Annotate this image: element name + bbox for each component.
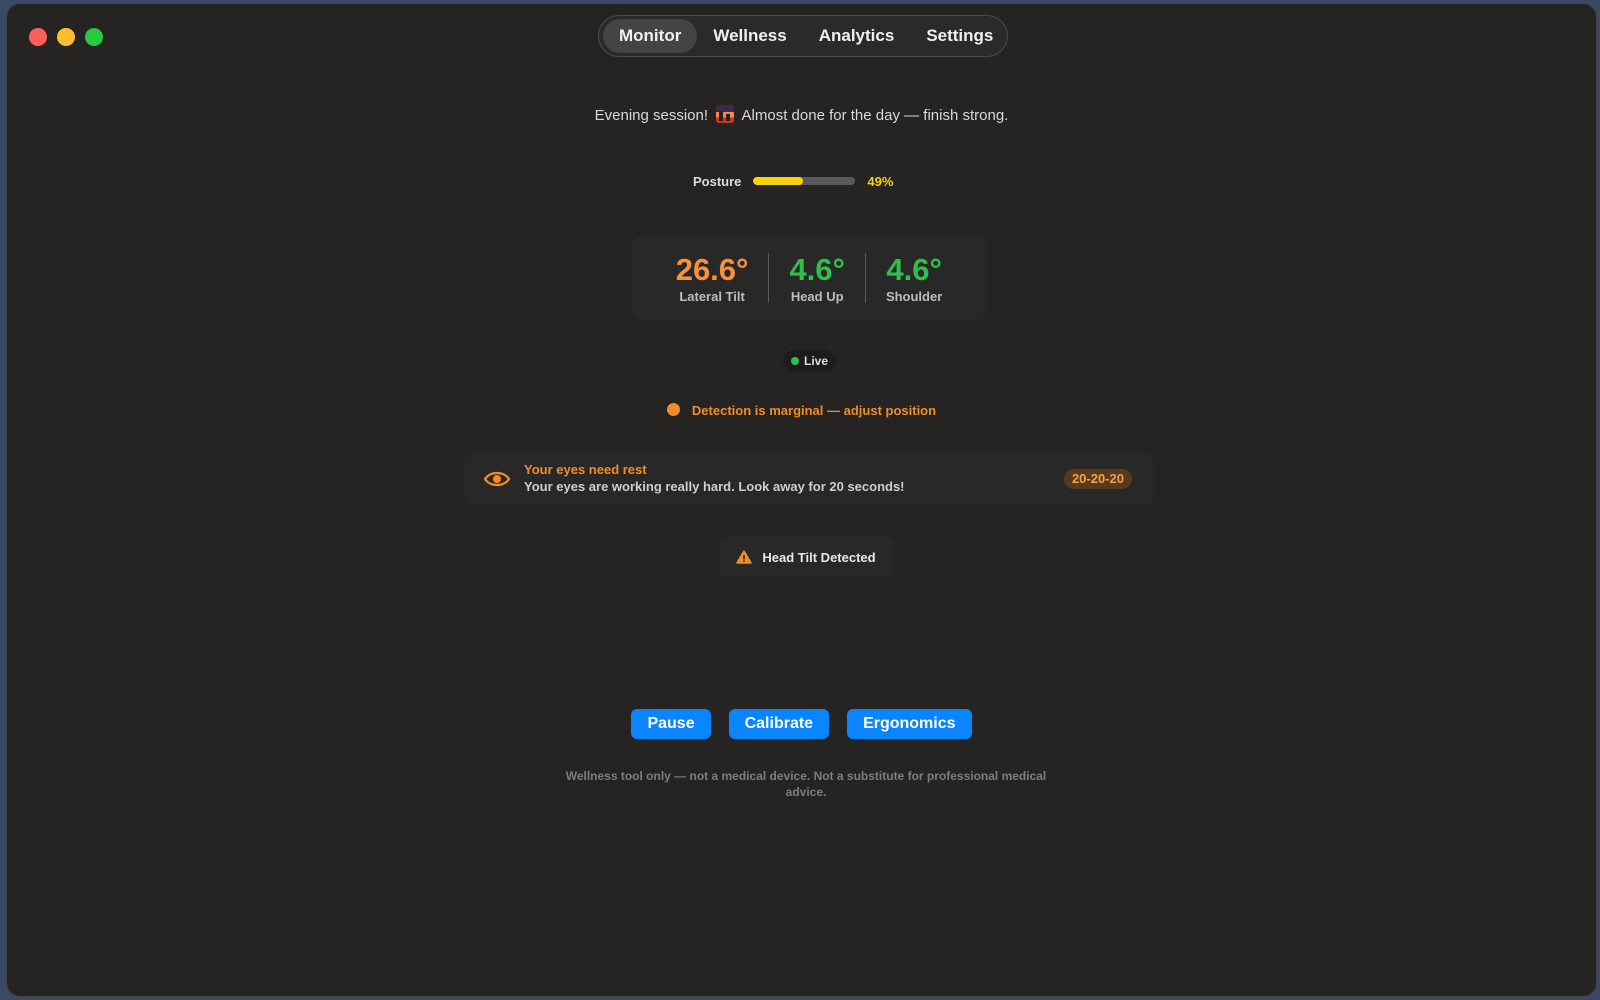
posture-metrics-card: 26.6° Lateral Tilt 4.6° Head Up 4.6° Sho… <box>632 236 986 320</box>
live-badge: Live <box>783 350 837 372</box>
detection-status: Detection is marginal — adjust position <box>6 403 1597 418</box>
tab-analytics[interactable]: Analytics <box>803 19 911 53</box>
posture-score: Posture 49% <box>693 166 920 196</box>
posture-percent: 49% <box>867 173 894 189</box>
metric-value: 26.6° <box>675 251 749 287</box>
eye-rest-message: Your eyes are working really hard. Look … <box>524 479 905 494</box>
head-tilt-alert: Head Tilt Detected <box>719 537 893 577</box>
calibrate-button[interactable]: Calibrate <box>728 709 830 739</box>
eye-icon <box>484 471 510 487</box>
action-buttons: Pause Calibrate Ergonomics <box>6 709 1597 739</box>
metric-label: Head Up <box>790 288 844 304</box>
live-label: Live <box>804 354 829 368</box>
warning-dot-icon <box>666 403 680 416</box>
metric-label: Shoulder <box>885 288 943 304</box>
minimize-window-button[interactable] <box>57 28 75 46</box>
session-greeting: Evening session! Almost done for the day… <box>6 105 1597 124</box>
greeting-suffix: Almost done for the day — finish strong. <box>741 107 1009 124</box>
metric-head-up: 4.6° Head Up <box>769 251 865 304</box>
ergonomics-button[interactable]: Ergonomics <box>847 709 972 739</box>
window-controls <box>29 28 103 46</box>
tab-bar: Monitor Wellness Analytics Settings <box>598 15 1008 57</box>
warning-icon <box>736 550 753 564</box>
zoom-window-button[interactable] <box>85 28 103 46</box>
tab-settings[interactable]: Settings <box>910 19 1009 53</box>
posture-progress-fill <box>753 177 804 185</box>
eye-rest-card: Your eyes need rest Your eyes are workin… <box>464 453 1154 505</box>
metric-lateral-tilt: 26.6° Lateral Tilt <box>656 251 769 304</box>
medical-disclaimer: Wellness tool only — not a medical devic… <box>565 769 1047 799</box>
posture-label: Posture <box>693 173 742 189</box>
pause-button[interactable]: Pause <box>631 709 711 739</box>
metric-value: 4.6° <box>789 251 845 287</box>
tab-wellness[interactable]: Wellness <box>697 19 802 53</box>
metric-shoulder: 4.6° Shoulder <box>866 251 962 304</box>
detection-text: Detection is marginal — adjust position <box>691 403 937 418</box>
app-window: Monitor Wellness Analytics Settings Even… <box>6 3 1597 997</box>
eye-rest-title: Your eyes need rest <box>524 462 647 477</box>
greeting-prefix: Evening session! <box>594 107 709 124</box>
head-tilt-text: Head Tilt Detected <box>762 549 876 565</box>
rule-20-20-20-badge: 20-20-20 <box>1063 469 1132 489</box>
posture-progress-bar <box>753 177 856 185</box>
tab-monitor[interactable]: Monitor <box>603 19 698 53</box>
close-window-button[interactable] <box>29 28 47 46</box>
metric-value: 4.6° <box>886 251 942 287</box>
metric-label: Lateral Tilt <box>679 288 745 304</box>
live-status-dot <box>791 357 799 365</box>
sunset-icon <box>716 105 735 123</box>
